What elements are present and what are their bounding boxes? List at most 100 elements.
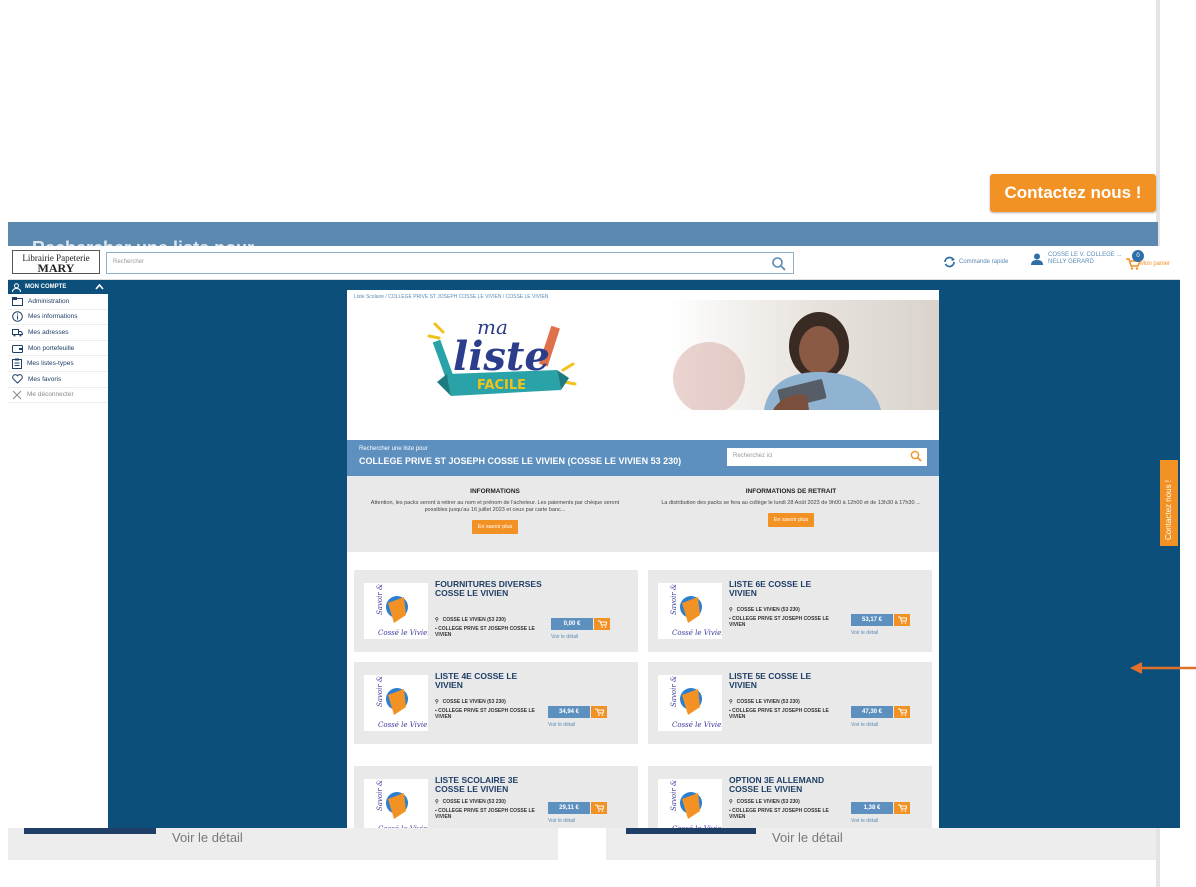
sidebar-item-label: Administration xyxy=(28,297,70,305)
sidebar-item-favoris[interactable]: Mes favoris xyxy=(8,372,108,388)
list-location: ⚲ COSSE LE VIVIEN (53 230) xyxy=(729,799,800,805)
list-school: ▪ COLLEGE PRIVE ST JOSEPH COSSE LE VIVIE… xyxy=(729,808,829,820)
info-icon xyxy=(12,311,23,323)
add-to-cart-button[interactable] xyxy=(591,706,607,718)
list-title[interactable]: LISTE SCOLAIRE 3E COSSE LE VIVIEN xyxy=(435,776,545,794)
contact-button[interactable]: Contactez nous ! xyxy=(990,174,1156,212)
cart-icon xyxy=(897,616,907,624)
school-logo-thumbnail: Savoir & Vivre Cossé le Vivien xyxy=(364,563,432,639)
sidebar-item-label: Mes favoris xyxy=(28,375,62,383)
list-title[interactable]: LISTE 6E COSSE LE VIVIEN xyxy=(729,580,839,598)
school-logo-thumbnail: Savoir & Vivre Cossé le Vivien xyxy=(364,759,432,828)
add-to-cart-button[interactable] xyxy=(894,706,910,718)
map-pin-icon: ⚲ xyxy=(729,799,733,805)
list-card[interactable]: Savoir & Vivre Cossé le Vivien LISTE 5E C… xyxy=(648,655,932,744)
sidebar-item-listes-types[interactable]: Mes listes-types xyxy=(8,356,108,372)
search-placeholder: Rechercher xyxy=(113,259,145,265)
close-icon xyxy=(12,390,22,400)
svg-text:Savoir & Vivre: Savoir & Vivre xyxy=(670,779,678,811)
annotation-arrow-icon xyxy=(1130,662,1196,674)
search-icon[interactable] xyxy=(910,450,922,462)
sidebar-item-label: Mes listes-types xyxy=(27,360,74,368)
cart-icon xyxy=(897,804,907,812)
learn-more-button[interactable]: En savoir plus xyxy=(471,520,519,534)
add-to-cart-button[interactable] xyxy=(591,802,607,814)
store-logo[interactable]: Librairie Papeterie MARY xyxy=(12,250,100,274)
add-to-cart-button[interactable] xyxy=(594,618,610,630)
background-detail-link[interactable]: Voir le détail xyxy=(172,830,243,845)
user-icon xyxy=(1031,253,1043,265)
sidebar-item-informations[interactable]: Mes informations xyxy=(8,310,108,326)
ma-liste-facile-logo: ma liste FACILE xyxy=(417,310,587,410)
svg-text:Savoir & Vivre: Savoir & Vivre xyxy=(670,583,678,615)
list-school-text: COLLEGE PRIVE ST JOSEPH COSSE LE VIVIEN xyxy=(435,708,535,720)
pickup-info-block: INFORMATIONS DE RETRAIT La distribution … xyxy=(651,488,931,527)
heart-icon xyxy=(12,374,23,384)
list-search-input[interactable]: Recherchez ici xyxy=(727,448,927,466)
information-panel: INFORMATIONS Attention, les packs seront… xyxy=(347,476,939,552)
svg-text:Cossé le Vivien: Cossé le Vivien xyxy=(672,721,722,729)
list-title[interactable]: FOURNITURES DIVERSES COSSE LE VIVIEN xyxy=(435,580,545,598)
school-name: COLLEGE PRIVE ST JOSEPH COSSE LE VIVIEN … xyxy=(359,456,682,466)
add-to-cart-button[interactable] xyxy=(894,802,910,814)
sidebar-item-label: Mes adresses xyxy=(28,328,69,336)
info-text: La distribution des packs se fera au col… xyxy=(661,500,921,506)
view-detail-link[interactable]: Voir le détail xyxy=(851,722,878,728)
cart-button[interactable]: 0 Mon panier xyxy=(1126,250,1178,274)
background-detail-link[interactable]: Voir le détail xyxy=(772,830,843,845)
sidebar-item-administration[interactable]: Administration xyxy=(8,294,108,310)
user-subname: NELLY GERARD xyxy=(1048,259,1094,265)
list-search-placeholder: Recherchez ici xyxy=(733,453,773,459)
list-card[interactable]: Savoir & Vivre Cossé le Vivien OPTION 3E … xyxy=(648,759,932,828)
search-input[interactable]: Rechercher xyxy=(106,252,794,274)
sidebar-item-portefeuille[interactable]: Mon portefeuille xyxy=(8,341,108,357)
view-detail-link[interactable]: Voir le détail xyxy=(548,818,575,824)
map-pin-icon: ⚲ xyxy=(729,607,733,613)
sidebar-item-deconnecter[interactable]: Me déconnecter xyxy=(8,388,108,404)
logo-facile-text: FACILE xyxy=(477,378,526,393)
svg-text:Cossé le Vivien: Cossé le Vivien xyxy=(672,629,722,637)
view-detail-link[interactable]: Voir le détail xyxy=(548,722,575,728)
list-location: ⚲ COSSE LE VIVIEN (53 230) xyxy=(729,699,800,705)
hero-photo xyxy=(669,300,939,410)
contact-side-tab[interactable]: Contactez nous ! xyxy=(1160,460,1178,546)
cart-icon xyxy=(597,620,607,628)
chevron-up-icon[interactable] xyxy=(95,283,104,290)
contact-side-label: Contactez nous ! xyxy=(1164,479,1173,540)
user-account-menu[interactable]: COSSE LE V. COLLEGE ... NELLY GERARD xyxy=(1030,252,1121,266)
account-sidebar: MON COMPTE Administration Mes informatio… xyxy=(8,280,108,828)
quick-order-link[interactable]: Commande rapide xyxy=(943,256,1008,268)
svg-text:Cossé le Vivien: Cossé le Vivien xyxy=(672,825,722,828)
view-detail-link[interactable]: Voir le détail xyxy=(851,818,878,824)
list-card[interactable]: Savoir & Vivre Cossé le Vivien LISTE SCOL… xyxy=(354,759,638,828)
refresh-icon xyxy=(944,256,955,268)
list-card[interactable]: Savoir & Vivre Cossé le Vivien LISTE 4E C… xyxy=(354,655,638,744)
info-text: Attention, les packs seront à retirer au… xyxy=(370,500,620,513)
svg-text:Savoir & Vivre: Savoir & Vivre xyxy=(376,583,384,615)
list-card[interactable]: Savoir & Vivre Cossé le Vivien LISTE 6E C… xyxy=(648,563,932,652)
view-detail-link[interactable]: Voir le détail xyxy=(551,634,578,640)
list-price: 53,17 € xyxy=(851,614,893,626)
quick-order-label: Commande rapide xyxy=(959,259,1009,265)
sidebar-item-adresses[interactable]: Mes adresses xyxy=(8,325,108,341)
list-school: ▪ COLLEGE PRIVE ST JOSEPH COSSE LE VIVIE… xyxy=(435,808,535,820)
list-title[interactable]: OPTION 3E ALLEMAND COSSE LE VIVIEN xyxy=(729,776,839,794)
add-to-cart-button[interactable] xyxy=(894,614,910,626)
sidebar-header[interactable]: MON COMPTE xyxy=(8,280,108,294)
search-prompt: Rechercher une liste pour xyxy=(359,446,428,452)
svg-text:Cossé le Vivien: Cossé le Vivien xyxy=(378,721,428,729)
list-price: 0,00 € xyxy=(551,618,593,630)
cart-label: Mon panier xyxy=(1140,261,1171,267)
list-location-text: COSSE LE VIVIEN (53 230) xyxy=(736,699,800,705)
list-card[interactable]: Savoir & Vivre Cossé le Vivien FOURNITURE… xyxy=(354,563,638,652)
svg-text:Cossé le Vivien: Cossé le Vivien xyxy=(378,825,428,828)
cart-icon xyxy=(897,708,907,716)
view-detail-link[interactable]: Voir le détail xyxy=(851,630,878,636)
map-pin-icon: ⚲ xyxy=(435,799,439,805)
list-school: ▪ COLLEGE PRIVE ST JOSEPH COSSE LE VIVIE… xyxy=(435,626,535,638)
site-screenshot: Librairie Papeterie MARY Rechercher Comm… xyxy=(8,246,1180,828)
learn-more-button[interactable]: En savoir plus xyxy=(767,513,815,527)
list-title[interactable]: LISTE 4E COSSE LE VIVIEN xyxy=(435,672,545,690)
list-title[interactable]: LISTE 5E COSSE LE VIVIEN xyxy=(729,672,839,690)
search-icon[interactable] xyxy=(771,256,787,272)
